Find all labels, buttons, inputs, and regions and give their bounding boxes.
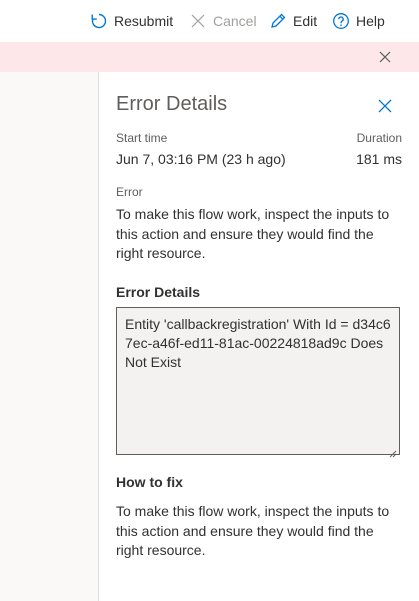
duration-label: Duration: [356, 131, 402, 145]
start-time-value: Jun 7, 03:16 PM (23 h ago): [116, 151, 286, 167]
resubmit-button[interactable]: Resubmit: [90, 0, 173, 42]
resize-grip-icon[interactable]: [389, 444, 397, 458]
how-to-fix-heading: How to fix: [116, 474, 183, 490]
error-banner: [0, 42, 419, 72]
error-details-heading: Error Details: [116, 284, 201, 300]
how-to-fix-message: To make this flow work, inspect the inpu…: [116, 503, 390, 558]
resubmit-icon: [90, 12, 108, 30]
resubmit-label: Resubmit: [114, 13, 174, 29]
close-icon[interactable]: [377, 49, 393, 65]
error-label: Error: [116, 185, 143, 199]
command-bar: Resubmit Cancel Edit Help: [0, 0, 419, 43]
edit-label: Edit: [293, 13, 318, 29]
error-details-text: Entity 'callbackregistration' With Id = …: [125, 316, 391, 370]
flow-canvas: [0, 72, 99, 601]
cancel-button[interactable]: Cancel: [189, 0, 257, 42]
panel-title: Error Details: [116, 93, 228, 115]
cancel-label: Cancel: [213, 13, 257, 29]
pencil-icon: [269, 12, 287, 30]
error-message: To make this flow work, inspect the inpu…: [116, 206, 390, 261]
start-time-label: Start time: [116, 131, 168, 145]
cancel-icon: [189, 12, 207, 30]
help-icon: [332, 12, 350, 30]
error-details-textarea[interactable]: Entity 'callbackregistration' With Id = …: [116, 307, 400, 458]
close-icon[interactable]: [377, 98, 393, 114]
error-details-panel: Error Details Start time Duration Jun 7,…: [99, 72, 419, 601]
help-button[interactable]: Help: [332, 0, 385, 42]
duration-value: 181 ms: [356, 151, 402, 167]
edit-button[interactable]: Edit: [269, 0, 317, 42]
help-label: Help: [356, 13, 385, 29]
